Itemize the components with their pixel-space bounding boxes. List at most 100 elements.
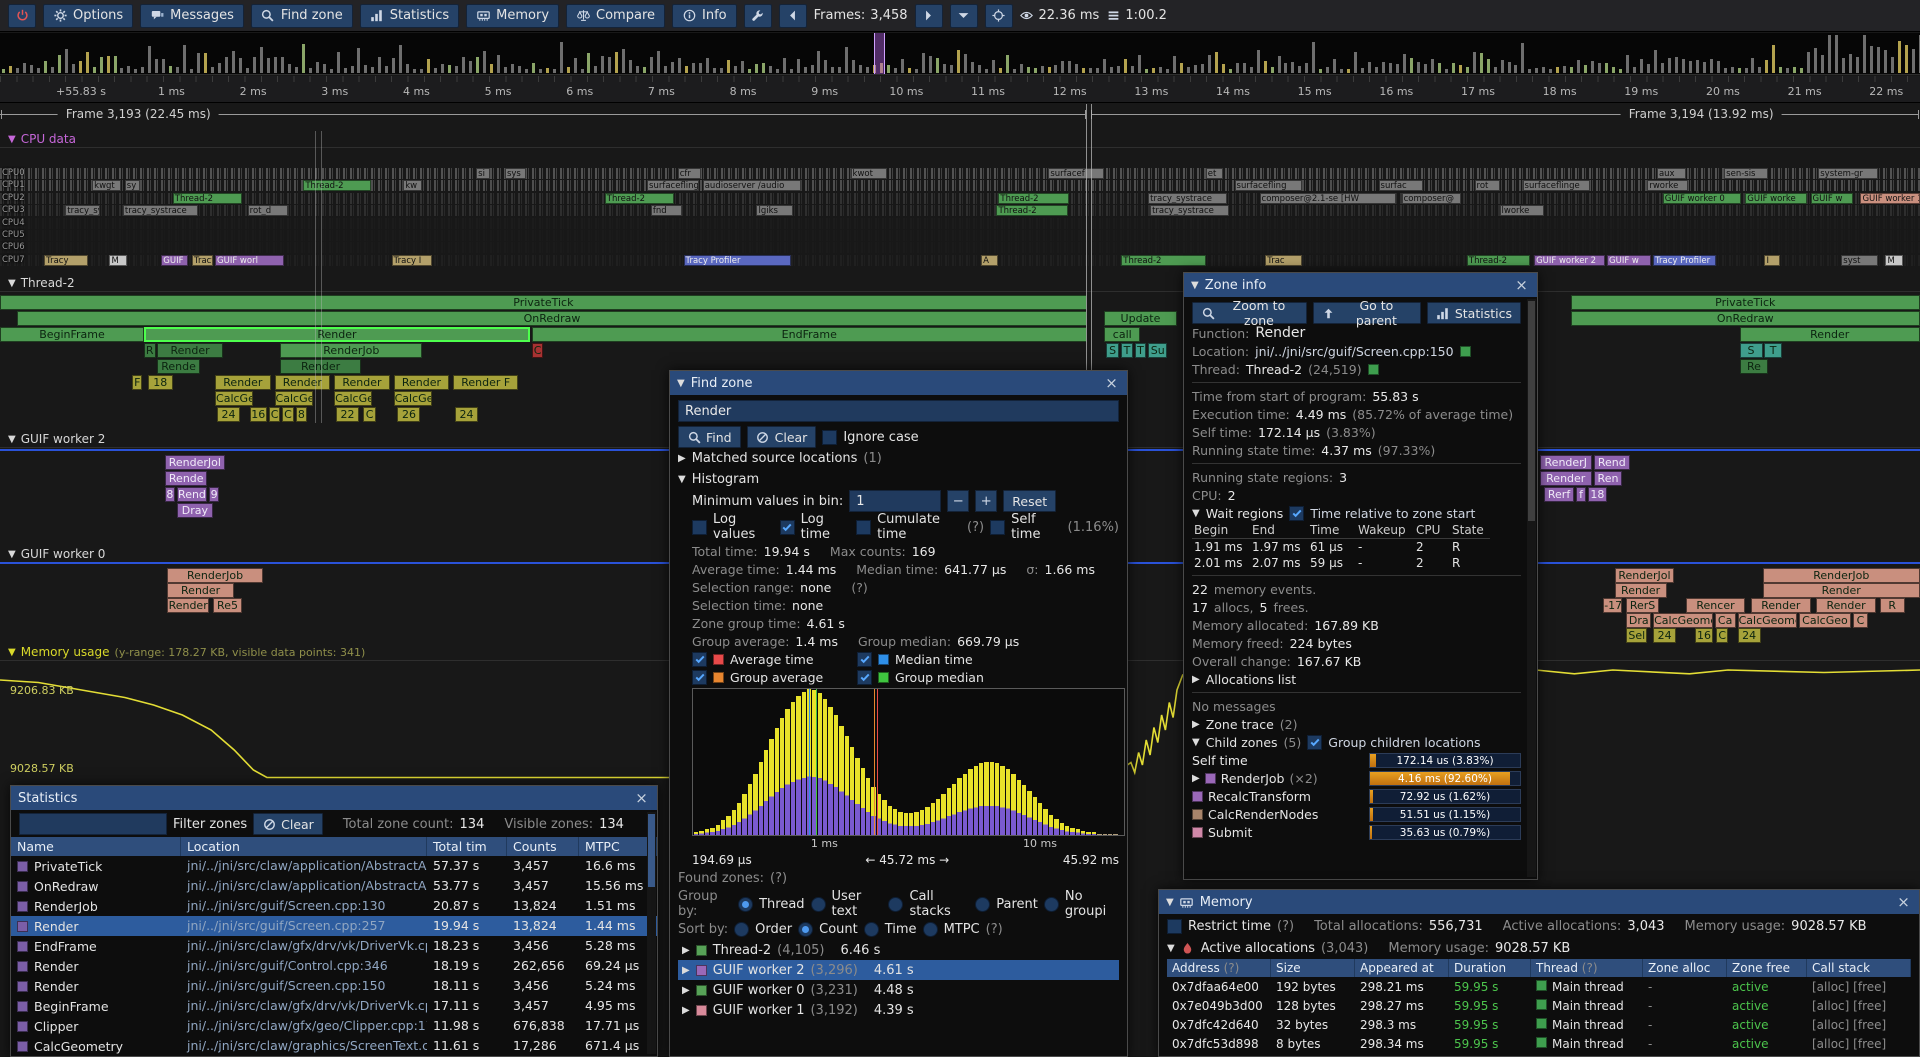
clear-filter-button[interactable]: Clear xyxy=(253,813,323,835)
child-zone-row[interactable]: Submit35.63 us (0.79%) xyxy=(1192,823,1521,841)
collapse-icon[interactable]: ▼ xyxy=(8,134,16,145)
min-bin-input[interactable]: 1 xyxy=(849,490,941,512)
cpu-zone[interactable]: Thread-2 xyxy=(998,193,1069,204)
zone[interactable]: Render xyxy=(1763,583,1920,598)
column-header-total-tim[interactable]: Total tim xyxy=(427,837,507,856)
column-header-address[interactable]: Address (?) xyxy=(1167,959,1271,977)
zone[interactable]: RenderJob xyxy=(1763,568,1920,583)
cpu-zone[interactable]: GUIF xyxy=(161,255,188,266)
zone[interactable]: 24 xyxy=(1738,628,1761,643)
ignore-case-checkbox[interactable] xyxy=(822,430,837,445)
find-zone-button[interactable]: Find zone xyxy=(251,4,353,28)
zone-info-titlebar[interactable]: ▼ Zone info × xyxy=(1184,273,1537,297)
increase-bin-button[interactable]: + xyxy=(975,490,997,512)
zone[interactable]: RenderJol xyxy=(1615,568,1675,583)
cpu-zone[interactable]: GUIF worke xyxy=(1745,193,1806,204)
zone[interactable]: Update xyxy=(1104,311,1177,326)
zone[interactable]: Dray xyxy=(177,503,213,518)
group-median-checkbox[interactable] xyxy=(857,670,872,685)
cpu-zone[interactable]: kwgt xyxy=(92,180,121,191)
expand-icon[interactable]: ▶ xyxy=(678,453,686,464)
zone[interactable]: Su xyxy=(1148,343,1167,358)
zone[interactable]: 18 xyxy=(148,375,173,390)
zone[interactable]: Render xyxy=(1740,327,1920,342)
free-callstack-link[interactable]: [free] xyxy=(1853,999,1886,1013)
info-button[interactable]: Info xyxy=(672,4,737,28)
zone[interactable]: S xyxy=(1106,343,1119,358)
collapse-icon[interactable]: ▼ xyxy=(1192,737,1200,748)
zone[interactable]: CalcGeo xyxy=(394,391,432,406)
zone[interactable]: 18 xyxy=(1588,487,1607,502)
frames-dropdown-button[interactable] xyxy=(950,4,978,28)
source-color-swatch[interactable] xyxy=(1460,346,1471,357)
average-time-checkbox[interactable] xyxy=(692,652,707,667)
memory-button[interactable]: Memory xyxy=(466,4,559,28)
zone[interactable]: OnRedraw xyxy=(17,311,1086,326)
collapse-icon[interactable]: ▼ xyxy=(1192,508,1200,519)
zone[interactable]: Render xyxy=(1540,471,1592,486)
zone[interactable]: Render xyxy=(1615,583,1667,598)
user-text-radio[interactable] xyxy=(811,897,826,912)
cpu-data-section-header[interactable]: ▼CPU data xyxy=(0,131,1920,148)
zone[interactable]: Rende xyxy=(157,359,199,374)
zone[interactable]: PrivateTick xyxy=(1571,295,1920,310)
memory-titlebar[interactable]: ▼ Memory × xyxy=(1159,890,1919,914)
column-header-call-stack[interactable]: Call stack xyxy=(1807,959,1911,977)
zone[interactable]: S xyxy=(1740,343,1763,358)
cpu-zone[interactable]: Thread-2 xyxy=(1467,255,1530,266)
expand-icon[interactable]: ▶ xyxy=(682,945,690,956)
zone[interactable]: C xyxy=(363,407,376,422)
close-icon[interactable]: × xyxy=(1103,375,1120,392)
filter-zones-input[interactable] xyxy=(19,813,167,835)
allocation-row[interactable]: 0x7dfc42d64032 bytes298.3 ms59.95 sMain … xyxy=(1167,1015,1911,1034)
expand-icon[interactable]: ▶ xyxy=(682,1005,690,1016)
cpu-zone[interactable]: GUIF w xyxy=(1607,255,1651,266)
column-header-duration[interactable]: Duration xyxy=(1449,959,1531,977)
zone[interactable]: Rend xyxy=(177,487,208,502)
collapse-icon[interactable]: ▼ xyxy=(1167,943,1175,954)
order-radio[interactable] xyxy=(734,922,749,937)
zone[interactable]: CalcGeomet xyxy=(1738,613,1798,628)
alloc-callstack-link[interactable]: [alloc] xyxy=(1812,980,1849,994)
tools-button[interactable] xyxy=(744,4,772,28)
free-callstack-link[interactable]: [free] xyxy=(1853,1037,1886,1051)
cpu-zone[interactable]: Tracy Profiler xyxy=(1653,255,1716,266)
count-radio[interactable] xyxy=(798,922,813,937)
zone[interactable]: CalcGeo xyxy=(334,391,372,406)
zone[interactable]: Sel xyxy=(1626,628,1647,643)
statistics-row[interactable]: Renderjni/../jni/src/guif/Screen.cpp:150… xyxy=(11,976,657,996)
free-callstack-link[interactable]: [free] xyxy=(1853,1018,1886,1032)
zone[interactable]: T xyxy=(1121,343,1133,358)
cpu-zone[interactable]: Thread-2 xyxy=(303,180,370,191)
column-header-appeared-at[interactable]: Appeared at xyxy=(1355,959,1449,977)
zone[interactable]: Render xyxy=(334,375,390,390)
column-header-name[interactable]: Name xyxy=(11,837,181,856)
find-zone-search-input[interactable]: Render xyxy=(678,400,1119,422)
close-icon[interactable]: × xyxy=(1895,894,1912,911)
collapse-icon[interactable]: ▼ xyxy=(8,278,16,289)
column-header-zone-free[interactable]: Zone free xyxy=(1727,959,1807,977)
zone[interactable]: RenderJ xyxy=(1540,455,1592,470)
cpu-zone[interactable]: kw xyxy=(403,180,422,191)
zone[interactable]: F xyxy=(132,375,142,390)
find-button[interactable]: Find xyxy=(678,426,741,448)
zone[interactable]: 8 xyxy=(165,487,175,502)
cpu-zone[interactable]: surfac xyxy=(1379,180,1423,191)
cpu-zone[interactable]: Tracy Profiler xyxy=(684,255,792,266)
statistics-row[interactable]: BeginFramejni/../jni/src/claw/gfx/drv/vk… xyxy=(11,996,657,1016)
relative-time-checkbox[interactable] xyxy=(1289,506,1304,521)
scrollbar-thumb[interactable] xyxy=(1528,301,1535,521)
cpu-zone[interactable]: aux xyxy=(1657,168,1686,179)
collapse-icon[interactable]: ▼ xyxy=(8,549,16,560)
zone[interactable]: 22 xyxy=(336,407,359,422)
zone[interactable]: 26 xyxy=(397,407,420,422)
group-children-checkbox[interactable] xyxy=(1307,735,1322,750)
zone-group-row[interactable]: ▶GUIF worker 0(3,231)4.48 s xyxy=(678,980,1119,1000)
statistics-row[interactable]: Renderjni/../jni/src/guif/Screen.cpp:257… xyxy=(11,916,657,936)
cpu-zone[interactable]: GUIF w xyxy=(1811,193,1853,204)
statistics-row[interactable]: EndFramejni/../jni/src/claw/gfx/drv/vk/D… xyxy=(11,936,657,956)
cpu-zone[interactable]: fnd xyxy=(651,205,682,216)
cpu-zone[interactable]: Tracy xyxy=(44,255,88,266)
scrollbar[interactable] xyxy=(647,812,656,1054)
cpu-zone[interactable]: si xyxy=(476,168,489,179)
